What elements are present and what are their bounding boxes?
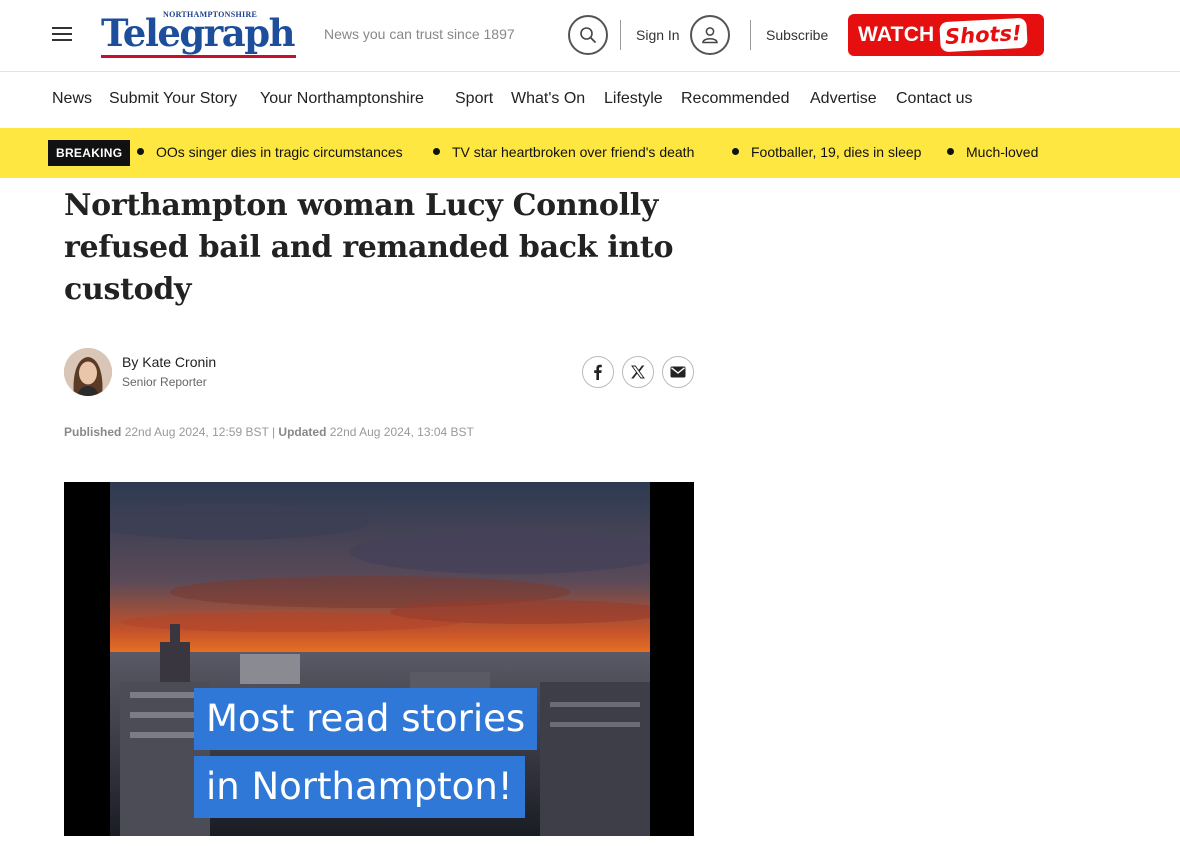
- updated-label: Updated: [278, 425, 327, 439]
- header-divider: [620, 20, 621, 50]
- nav-item-your-northamptonshire[interactable]: Your Northamptonshire: [260, 90, 424, 108]
- sign-in-link[interactable]: Sign In: [636, 27, 680, 43]
- video-caption-line-1: Most read stories: [194, 688, 538, 750]
- author-role: Senior Reporter: [122, 375, 207, 389]
- subscribe-link[interactable]: Subscribe: [766, 27, 828, 43]
- article-headline: Northampton woman Lucy Connolly refused …: [64, 188, 674, 307]
- site-header: NORTHAMPTONSHIRE Telegraph News you can …: [0, 0, 1180, 72]
- share-email-button[interactable]: [662, 356, 694, 388]
- nav-item-submit-your-story[interactable]: Submit Your Story: [109, 90, 237, 108]
- ticker-item[interactable]: OOs singer dies in tragic circumstances: [137, 144, 403, 160]
- date-separator: |: [271, 425, 276, 439]
- ticker-item[interactable]: Much-loved: [947, 144, 1038, 160]
- ticker-track: BREAKING OOs singer dies in tragic circu…: [0, 128, 1048, 178]
- menu-icon[interactable]: [52, 27, 72, 43]
- logo-underline: [101, 55, 296, 58]
- facebook-icon: [594, 364, 602, 380]
- nav-item-sport[interactable]: Sport: [455, 90, 493, 108]
- breaking-badge: BREAKING: [48, 140, 131, 166]
- ticker-item[interactable]: Footballer, 19, dies in sleep: [732, 144, 921, 160]
- watch-shots-button[interactable]: WATCH Shots!: [848, 14, 1044, 56]
- account-button[interactable]: [690, 15, 730, 55]
- main-nav: News Submit Your Story Your Northamptons…: [0, 73, 1180, 128]
- ticker-item[interactable]: TV star heartbroken over friend's death: [433, 144, 694, 160]
- article-dates: Published 22nd Aug 2024, 12:59 BST | Upd…: [64, 425, 474, 439]
- video-caption-line-2: in Northampton!: [194, 756, 525, 818]
- updated-date: 22nd Aug 2024, 13:04 BST: [329, 425, 474, 439]
- published-date: 22nd Aug 2024, 12:59 BST: [124, 425, 269, 439]
- user-icon: [702, 27, 718, 44]
- watch-label: WATCH: [858, 23, 935, 46]
- shots-logo: Shots!: [939, 17, 1028, 53]
- breaking-news-ticker: BREAKING OOs singer dies in tragic circu…: [0, 128, 1180, 178]
- site-tagline: News you can trust since 1897: [324, 26, 515, 42]
- nav-item-whats-on[interactable]: What's On: [511, 90, 585, 108]
- author-photo: [64, 348, 112, 396]
- nav-item-contact-us[interactable]: Contact us: [896, 90, 972, 108]
- search-icon: [580, 27, 596, 43]
- video-player[interactable]: Most read stories in Northampton!: [64, 482, 694, 836]
- nav-item-recommended[interactable]: Recommended: [681, 90, 790, 108]
- search-button[interactable]: [568, 15, 608, 55]
- header-divider: [750, 20, 751, 50]
- x-icon: [631, 365, 645, 379]
- nav-item-advertise[interactable]: Advertise: [810, 90, 877, 108]
- logo-wordmark: Telegraph: [101, 11, 296, 55]
- nav-item-news[interactable]: News: [52, 90, 92, 108]
- site-logo[interactable]: NORTHAMPTONSHIRE Telegraph: [101, 10, 297, 60]
- nav-item-lifestyle[interactable]: Lifestyle: [604, 90, 663, 108]
- author-name[interactable]: By Kate Cronin: [122, 354, 216, 370]
- share-facebook-button[interactable]: [582, 356, 614, 388]
- published-label: Published: [64, 425, 122, 439]
- share-x-button[interactable]: [622, 356, 654, 388]
- email-icon: [670, 366, 686, 378]
- avatar[interactable]: [64, 348, 112, 396]
